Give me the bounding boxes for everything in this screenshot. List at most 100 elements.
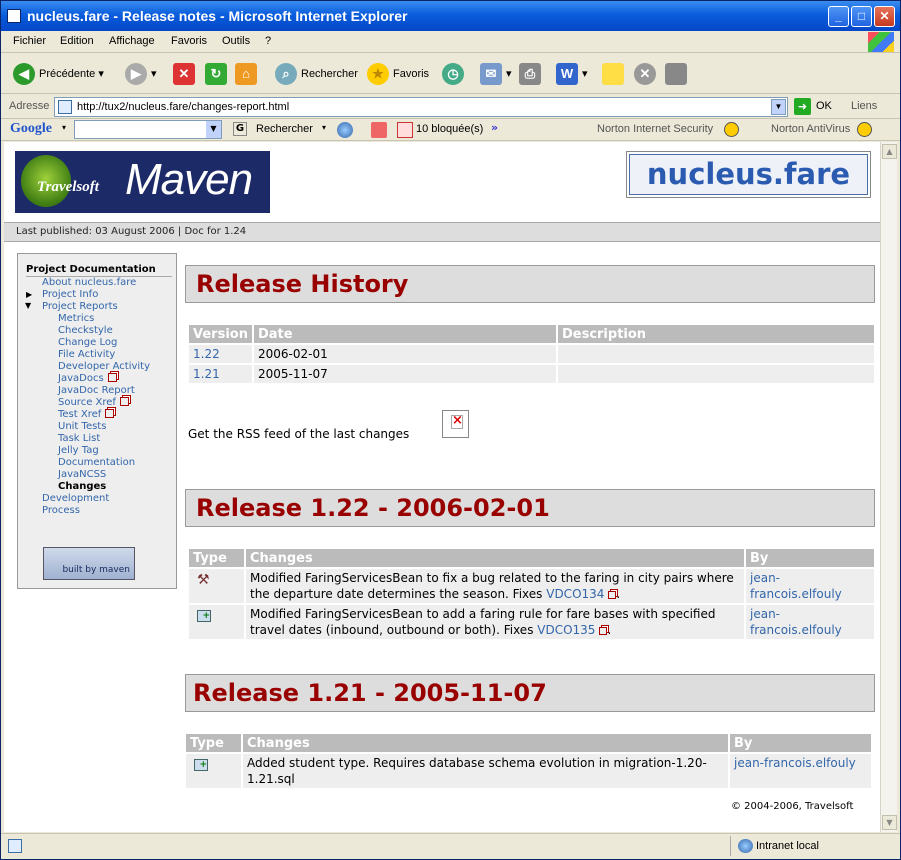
norton-security-label[interactable]: Norton Internet Security — [597, 123, 713, 135]
pagerank-icon[interactable] — [371, 122, 387, 138]
menu-fichier[interactable]: Fichier — [13, 35, 46, 47]
nav-javadocs-label: JavaDocs — [58, 373, 104, 384]
author-link[interactable]: jean-francois.elfouly — [750, 571, 842, 601]
external-link-icon — [608, 591, 617, 599]
more-chevron-icon[interactable]: » — [491, 121, 498, 134]
google-menu-icon[interactable]: ▾ — [62, 123, 66, 132]
google-search-button[interactable]: Rechercher — [256, 123, 313, 135]
address-dropdown-icon[interactable]: ▼ — [771, 99, 786, 115]
nav-jelly-tag[interactable]: Jelly Tag Documentation — [58, 445, 153, 469]
changes-cell: Added student type. Requires database sc… — [243, 754, 728, 788]
google-dropdown-icon[interactable]: ▼ — [206, 121, 221, 138]
stop-button[interactable]: ✕ — [173, 62, 199, 86]
menu-help[interactable]: ? — [265, 35, 271, 47]
nav-unit-tests[interactable]: Unit Tests — [58, 421, 106, 433]
zone-label: Intranet local — [756, 840, 819, 852]
google-search-input[interactable]: ▼ — [74, 120, 222, 139]
nav-checkstyle[interactable]: Checkstyle — [58, 325, 113, 337]
status-divider — [730, 836, 731, 856]
project-logo[interactable]: nucleus.fare — [626, 151, 871, 198]
maximize-button[interactable]: □ — [851, 6, 872, 27]
release-121-heading: Release 1.21 - 2005-11-07 — [185, 674, 875, 712]
vertical-scrollbar[interactable]: ▲ ▼ — [880, 142, 897, 832]
changes-cell: Modified FaringServicesBean to fix a bug… — [246, 569, 744, 603]
refresh-button[interactable]: ↻ — [205, 62, 231, 86]
print-button[interactable]: ⎙ — [519, 62, 545, 86]
type-cell: + — [186, 754, 241, 788]
home-icon: ⌂ — [235, 63, 257, 86]
web-page: Travelsoft Maven nucleus.fare Last publi… — [4, 142, 880, 832]
nav-developer-activity[interactable]: Developer Activity — [58, 361, 150, 373]
star-icon: ★ — [367, 63, 389, 86]
scroll-down-icon[interactable]: ▼ — [882, 815, 897, 830]
popup-blocker-icon[interactable] — [397, 122, 413, 138]
favorites-button[interactable]: ★ Favoris — [367, 62, 429, 86]
table-header-row: Version Date Description — [189, 325, 874, 343]
version-link[interactable]: 1.22 — [193, 347, 220, 361]
close-button[interactable]: ✕ — [874, 6, 895, 27]
globe-icon[interactable] — [337, 122, 353, 138]
table-header-row: Type Changes By — [186, 734, 871, 752]
publish-bar: Last published: 03 August 2006 | Doc for… — [4, 222, 880, 242]
popups-blocked-count[interactable]: 10 bloquée(s) — [416, 123, 483, 135]
go-arrow-icon[interactable]: ➜ — [794, 98, 811, 115]
scroll-up-icon[interactable]: ▲ — [882, 144, 897, 159]
back-button[interactable]: ◀ Précédente ▾ — [13, 62, 104, 86]
menu-affichage[interactable]: Affichage — [109, 35, 155, 47]
menu-outils[interactable]: Outils — [222, 35, 250, 47]
forward-button[interactable]: ▶ ▾ — [125, 62, 157, 86]
version-link[interactable]: 1.21 — [193, 367, 220, 381]
author-link[interactable]: jean-francois.elfouly — [750, 607, 842, 637]
nav-source-xref[interactable]: Source Xref — [58, 397, 129, 409]
travelsoft-maven-logo[interactable]: Travelsoft Maven — [15, 151, 270, 213]
rss-broken-image-icon[interactable] — [442, 410, 469, 438]
menu-edition[interactable]: Edition — [60, 35, 94, 47]
menu-favoris[interactable]: Favoris — [171, 35, 207, 47]
minimize-button[interactable]: _ — [828, 6, 849, 27]
nav-javancss[interactable]: JavaNCSS — [58, 469, 106, 481]
links-button[interactable]: Liens — [851, 100, 877, 112]
address-input[interactable]: http://tux2/nucleus.fare/changes-report.… — [54, 97, 788, 117]
col-by: By — [730, 734, 871, 752]
edit-button[interactable]: W ▾ — [556, 62, 588, 86]
home-button[interactable]: ⌂ — [235, 62, 261, 86]
built-by-maven-badge[interactable]: built by maven — [43, 547, 135, 580]
messenger-button[interactable]: ✕ — [634, 62, 660, 86]
nav-task-list[interactable]: Task List — [58, 433, 100, 445]
go-button[interactable]: OK — [816, 100, 832, 112]
rss-text: Get the RSS feed of the last changes — [188, 427, 410, 441]
google-search-dropdown-icon[interactable]: ▾ — [322, 123, 326, 132]
nav-metrics[interactable]: Metrics — [58, 313, 94, 325]
version-cell[interactable]: 1.21 — [189, 365, 252, 383]
nav-about[interactable]: About nucleus.fare — [42, 277, 136, 289]
col-by: By — [746, 549, 874, 567]
nav-test-xref[interactable]: Test Xref — [58, 409, 115, 421]
author-link[interactable]: jean-francois.elfouly — [734, 756, 856, 770]
norton-antivirus-icon[interactable] — [857, 122, 872, 137]
discuss-button[interactable] — [602, 62, 628, 86]
nav-project-reports[interactable]: Project Reports — [42, 301, 118, 313]
refresh-icon: ↻ — [205, 63, 227, 86]
issue-link[interactable]: VDCO135 — [537, 623, 595, 637]
research-button[interactable] — [665, 62, 691, 86]
google-logo[interactable]: Google — [10, 121, 52, 137]
issue-link[interactable]: VDCO134 — [546, 587, 604, 601]
collapsed-arrow-icon: ▶ — [26, 290, 33, 299]
release-history-heading: Release History — [185, 265, 875, 303]
nav-project-info[interactable]: Project Info — [42, 289, 98, 301]
title-bar[interactable]: nucleus.fare - Release notes - Microsoft… — [1, 1, 900, 31]
mail-button[interactable]: ✉ ▾ — [480, 62, 512, 86]
version-cell[interactable]: 1.22 — [189, 345, 252, 363]
nav-change-log[interactable]: Change Log — [58, 337, 117, 349]
norton-antivirus-label[interactable]: Norton AntiVirus — [771, 123, 850, 135]
nav-test-xref-label: Test Xref — [58, 409, 102, 420]
nav-development-process[interactable]: Development Process — [42, 493, 127, 517]
col-description: Description — [557, 325, 874, 343]
col-version: Version — [189, 325, 252, 343]
nav-javadoc-report[interactable]: JavaDoc Report — [58, 385, 135, 397]
history-button[interactable]: ◷ — [442, 62, 468, 86]
norton-security-icon[interactable] — [724, 122, 739, 137]
search-button[interactable]: ⌕ Rechercher — [275, 62, 358, 86]
nav-file-activity[interactable]: File Activity — [58, 349, 115, 361]
nav-javadocs[interactable]: JavaDocs — [58, 373, 117, 385]
